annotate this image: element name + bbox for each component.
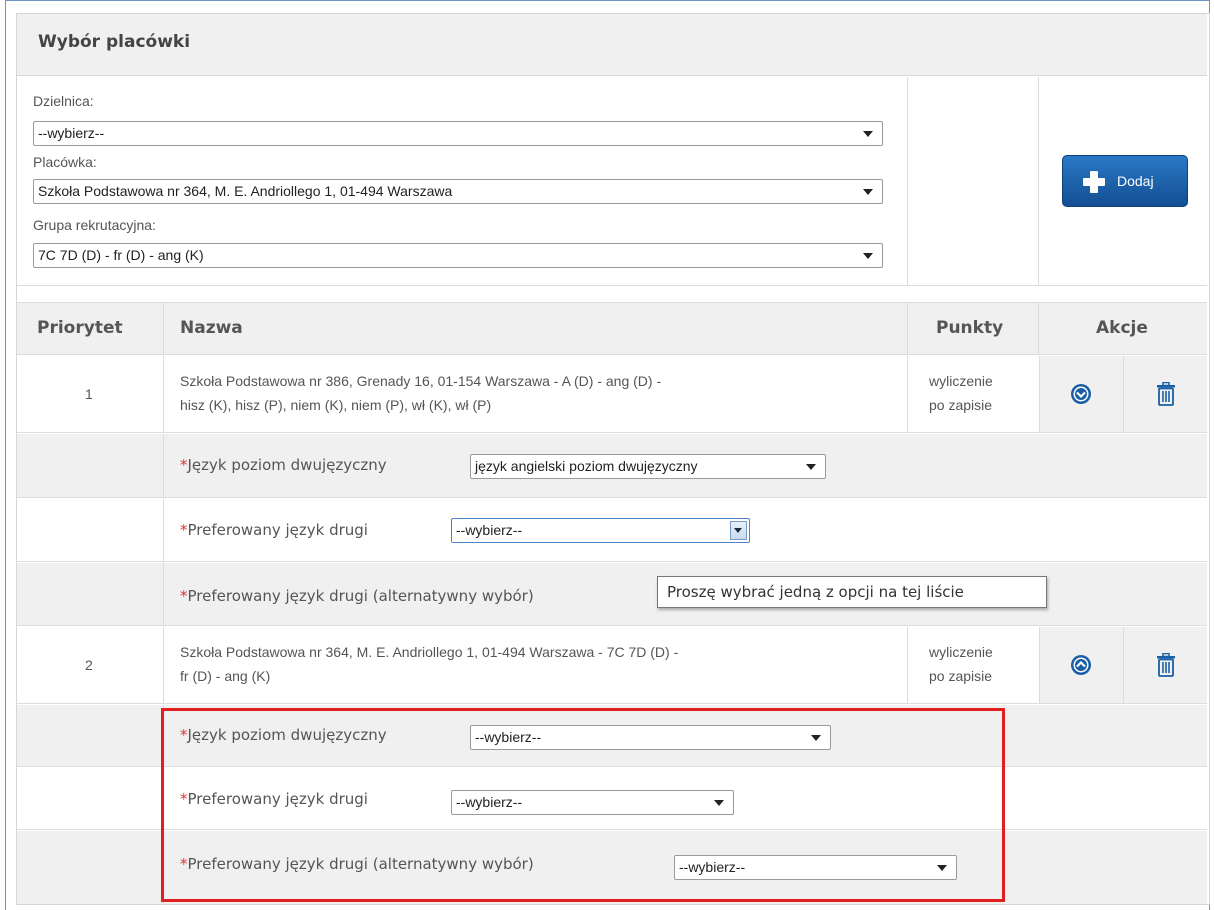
row-name-line1: Szkoła Podstawowa nr 386, Grenady 16, 01… bbox=[180, 373, 662, 389]
chevron-down-icon bbox=[863, 131, 873, 137]
field-row: *Preferowany język drugi --wybierz-- bbox=[17, 499, 1207, 562]
row-name-line2: hisz (K), hisz (P), niem (K), niem (P), … bbox=[180, 397, 492, 413]
school-select[interactable]: Szkoła Podstawowa nr 364, M. E. Andrioll… bbox=[33, 179, 883, 204]
required-marker: * bbox=[180, 587, 188, 605]
select-value: --wybierz-- bbox=[456, 522, 523, 538]
required-marker: * bbox=[180, 456, 188, 474]
school-select-value: Szkoła Podstawowa nr 364, M. E. Andrioll… bbox=[38, 183, 453, 199]
action-move-button[interactable] bbox=[1039, 627, 1123, 703]
row-priority: 1 bbox=[85, 386, 93, 402]
row-name-line2: fr (D) - ang (K) bbox=[180, 668, 271, 684]
chevron-down-icon bbox=[730, 521, 747, 540]
chevron-down-icon bbox=[863, 253, 873, 259]
table-row: 1 Szkoła Podstawowa nr 386, Grenady 16, … bbox=[17, 356, 1207, 433]
select-value: język angielski poziom dwujęzyczny bbox=[475, 458, 698, 474]
field-label-text: Preferowany język drugi (alternatywny wy… bbox=[187, 587, 534, 605]
district-select[interactable]: --wybierz-- bbox=[33, 121, 883, 146]
section-title: Wybór placówki bbox=[38, 32, 191, 52]
row-points-line2: po zapisie bbox=[929, 668, 993, 684]
row-name-line1: Szkoła Podstawowa nr 364, M. E. Andrioll… bbox=[180, 644, 679, 660]
field-row: *Preferowany język drugi (alternatywny w… bbox=[17, 563, 1207, 626]
row-points-line2: po zapisie bbox=[929, 397, 993, 413]
district-select-value: --wybierz-- bbox=[38, 125, 105, 141]
bilingual-language-select[interactable]: język angielski poziom dwujęzyczny bbox=[470, 454, 826, 479]
filter-area: Dzielnica: --wybierz-- Placówka: Szkoła … bbox=[17, 77, 1207, 285]
selection-panel: Wybór placówki Dzielnica: --wybierz-- Pl… bbox=[16, 13, 1210, 905]
field-label-text: Preferowany język drugi bbox=[187, 521, 368, 539]
header-priority: Priorytet bbox=[37, 318, 123, 338]
school-label: Placówka: bbox=[33, 154, 97, 170]
field-row: *Język poziom dwujęzyczny język angielsk… bbox=[17, 434, 1207, 498]
field-label: *Preferowany język drugi bbox=[180, 521, 368, 539]
chevron-circle-up-icon bbox=[1071, 655, 1091, 675]
chevron-down-icon bbox=[806, 464, 816, 470]
second-language-select[interactable]: --wybierz-- bbox=[451, 518, 750, 543]
chevron-circle-down-icon bbox=[1071, 384, 1091, 404]
row-points-line1: wyliczenie bbox=[929, 644, 993, 660]
header-name: Nazwa bbox=[180, 318, 243, 338]
district-label: Dzielnica: bbox=[33, 93, 94, 109]
trash-icon bbox=[1157, 382, 1175, 406]
chevron-down-icon bbox=[863, 189, 873, 195]
plus-icon bbox=[1083, 171, 1105, 193]
table-row: 2 Szkoła Podstawowa nr 364, M. E. Andrio… bbox=[17, 627, 1207, 704]
field-label-text: Język poziom dwujęzyczny bbox=[187, 456, 387, 474]
group-label: Grupa rekrutacyjna: bbox=[33, 217, 156, 233]
group-select[interactable]: 7C 7D (D) - fr (D) - ang (K) bbox=[33, 243, 883, 268]
action-delete-button[interactable] bbox=[1123, 627, 1207, 703]
add-button[interactable]: Dodaj bbox=[1062, 155, 1188, 207]
row-priority: 2 bbox=[85, 657, 93, 673]
header-points: Punkty bbox=[936, 318, 1004, 338]
section-header: Wybór placówki bbox=[17, 14, 1207, 76]
group-select-value: 7C 7D (D) - fr (D) - ang (K) bbox=[38, 247, 204, 263]
validation-tooltip: Proszę wybrać jedną z opcji na tej liści… bbox=[657, 576, 1047, 608]
required-marker: * bbox=[180, 521, 188, 539]
field-label: *Preferowany język drugi (alternatywny w… bbox=[180, 587, 534, 605]
row-points-line1: wyliczenie bbox=[929, 373, 993, 389]
trash-icon bbox=[1157, 653, 1175, 677]
field-label: *Język poziom dwujęzyczny bbox=[180, 456, 387, 474]
action-delete-button[interactable] bbox=[1123, 356, 1207, 432]
highlight-box bbox=[161, 708, 1005, 902]
action-move-button[interactable] bbox=[1039, 356, 1123, 432]
table-header: Priorytet Nazwa Punkty Akcje bbox=[17, 303, 1207, 355]
add-button-label: Dodaj bbox=[1117, 173, 1154, 189]
header-actions: Akcje bbox=[1096, 318, 1148, 338]
